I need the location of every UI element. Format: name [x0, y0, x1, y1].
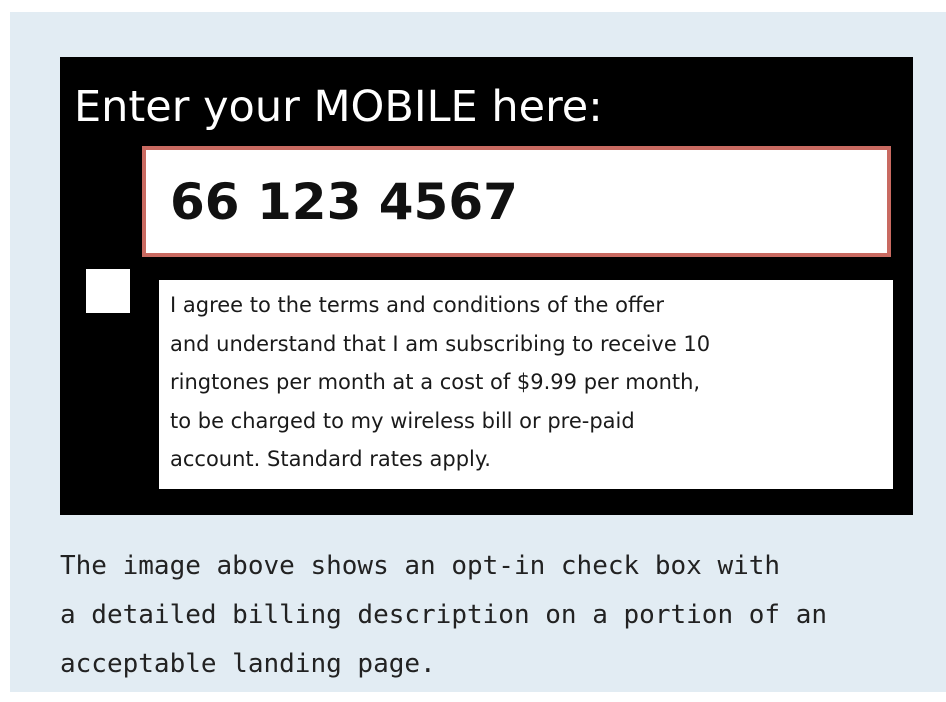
mobile-heading: Enter your MOBILE here: [74, 82, 603, 132]
caption-line: The image above shows an opt-in check bo… [60, 551, 781, 581]
terms-line: account. Standard rates apply. [170, 447, 491, 471]
terms-line: to be charged to my wireless bill or pre… [170, 408, 635, 433]
terms-line: ringtones per month at a cost of $9.99 p… [170, 370, 701, 394]
terms-line: and understand that I am subscribing to … [170, 331, 711, 356]
figure-panel: Enter your MOBILE here: I agree to the t… [10, 12, 946, 692]
figure-caption: The image above shows an opt-in check bo… [60, 542, 827, 689]
mobile-number-input[interactable] [142, 146, 891, 257]
landing-page-screenshot: Enter your MOBILE here: I agree to the t… [60, 57, 913, 515]
caption-line: a detailed billing description on a port… [60, 600, 828, 630]
caption-line: acceptable landing page. [60, 649, 436, 679]
terms-text-box: I agree to the terms and conditions of t… [159, 280, 893, 489]
opt-in-checkbox[interactable] [86, 269, 130, 313]
terms-line: I agree to the terms and conditions of t… [170, 293, 664, 317]
